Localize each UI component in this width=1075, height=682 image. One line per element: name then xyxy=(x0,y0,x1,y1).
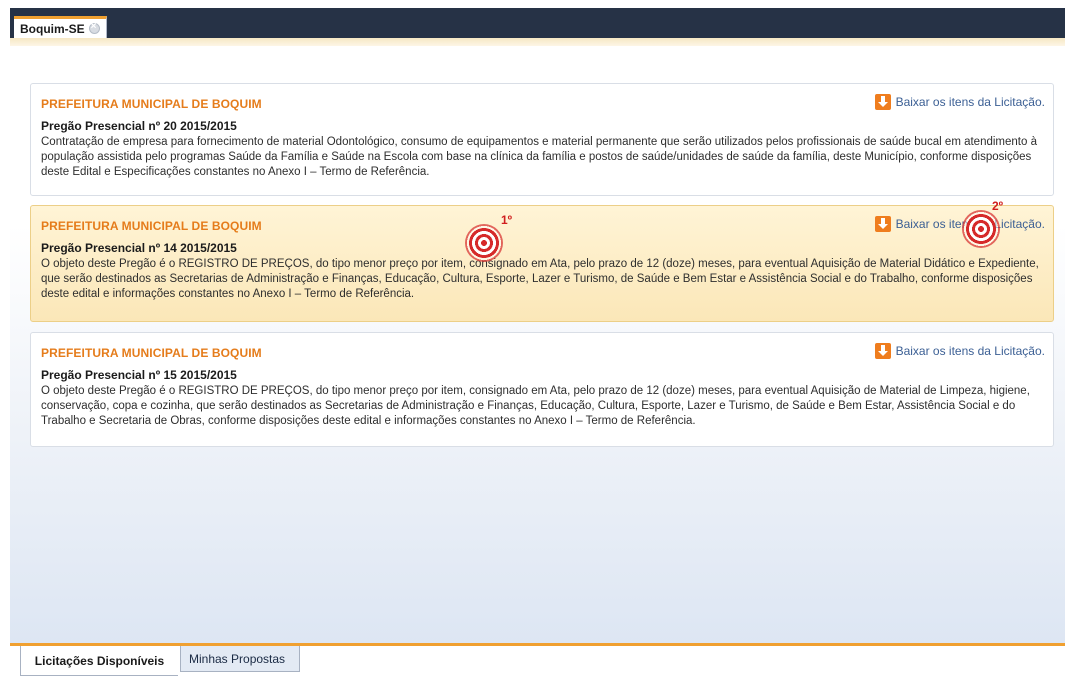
card-description: Contratação de empresa para fornecimento… xyxy=(41,136,1037,178)
bids-list: PREFEITURA MUNICIPAL DE BOQUIM Pregão Pr… xyxy=(10,46,1065,643)
card-description: O objeto deste Pregão é o REGISTRO DE PR… xyxy=(41,258,1039,300)
bottom-tab-bar: Licitações Disponíveis Minhas Propostas xyxy=(10,646,1072,682)
tab-label: Boquim-SE xyxy=(20,21,85,36)
tab-strip-divider xyxy=(10,38,1065,46)
download-items-link[interactable]: Baixar os itens da Licitação. xyxy=(874,343,1045,359)
download-icon xyxy=(874,216,891,232)
bid-card-20: PREFEITURA MUNICIPAL DE BOQUIM Pregão Pr… xyxy=(30,83,1054,196)
marker-label-2: 2º xyxy=(992,199,1004,213)
download-icon xyxy=(874,94,891,110)
close-icon[interactable] xyxy=(88,21,100,34)
card-subtitle: Pregão Presencial nº 14 2015/2015 xyxy=(41,241,237,255)
target-marker-icon xyxy=(962,210,1000,248)
card-subtitle: Pregão Presencial nº 15 2015/2015 xyxy=(41,368,237,382)
marker-label-1: 1º xyxy=(501,213,513,227)
download-label: Baixar os itens da Licitação. xyxy=(895,344,1045,358)
bid-card-15: PREFEITURA MUNICIPAL DE BOQUIM Pregão Pr… xyxy=(30,332,1054,447)
download-label: Baixar os itens da Licitação. xyxy=(895,95,1045,109)
header-bar: Boquim-SE xyxy=(10,8,1065,38)
card-subtitle: Pregão Presencial nº 20 2015/2015 xyxy=(41,119,237,133)
download-items-link[interactable]: Baixar os itens da Licitação. xyxy=(874,94,1045,110)
tab-minhas-propostas[interactable]: Minhas Propostas xyxy=(180,646,300,672)
bid-card-14: PREFEITURA MUNICIPAL DE BOQUIM Pregão Pr… xyxy=(30,205,1054,322)
tab-boquim-se[interactable]: Boquim-SE xyxy=(14,16,107,38)
card-description: O objeto deste Pregão é o REGISTRO DE PR… xyxy=(41,385,1030,427)
target-marker-icon xyxy=(465,224,503,262)
download-icon xyxy=(874,343,891,359)
tab-licitacoes-disponiveis[interactable]: Licitações Disponíveis xyxy=(20,646,178,676)
download-items-link[interactable]: Baixar os itens da Licitação. xyxy=(874,216,1045,232)
app-window: Boquim-SE PREFEITURA MUNICIPAL DE BOQUIM… xyxy=(10,8,1072,682)
